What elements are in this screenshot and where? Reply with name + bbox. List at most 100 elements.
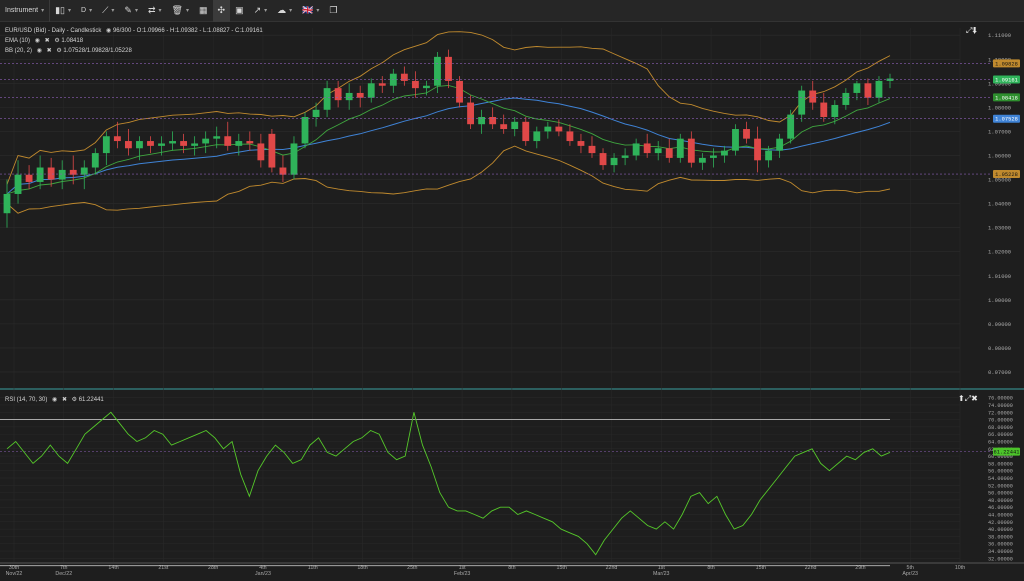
candle-body bbox=[842, 92, 850, 105]
candle-body bbox=[522, 121, 530, 142]
candle-body bbox=[323, 88, 331, 110]
fullscreen-button[interactable]: ✣ bbox=[212, 0, 231, 22]
candle-body bbox=[411, 80, 419, 89]
candle-body bbox=[279, 167, 287, 175]
candle-body bbox=[610, 157, 618, 166]
timeframe-selector[interactable]: D ▾ bbox=[76, 0, 97, 22]
instrument-selector[interactable]: Instrument ▾ bbox=[0, 0, 51, 22]
candle-body bbox=[776, 138, 784, 151]
drawing-tools-button[interactable]: ✎ ▾ bbox=[119, 0, 143, 22]
candle-body bbox=[500, 124, 508, 130]
candle-body bbox=[721, 150, 728, 156]
rsi-tick-label: 68.00000 bbox=[988, 425, 1013, 431]
candle-body bbox=[555, 126, 563, 132]
chart-canvas[interactable]: 1.110001.100001.090001.080001.070001.060… bbox=[0, 22, 1024, 577]
candle-body bbox=[158, 143, 165, 146]
gear-icon[interactable]: ⚙ bbox=[56, 48, 61, 54]
chevron-down-icon: ▾ bbox=[158, 8, 162, 14]
maximize-panel-icon[interactable]: ⤢⬇ bbox=[966, 26, 977, 36]
candle-body bbox=[378, 83, 386, 86]
ohlc-values: O:1.09966 - H:1.09382 - L:1.08827 - C:1.… bbox=[136, 28, 263, 34]
candle-body bbox=[423, 85, 430, 89]
candle-body bbox=[290, 143, 298, 175]
candle-body bbox=[445, 56, 452, 81]
candle-body bbox=[257, 143, 265, 161]
popout-button[interactable]: ❐ bbox=[324, 0, 342, 22]
ema-legend: EMA (10) ◉ ✖ ⚙ 1.08418 bbox=[5, 37, 83, 44]
theme-button[interactable]: ☁ ▾ bbox=[272, 0, 297, 22]
candle-body bbox=[533, 131, 541, 142]
price-tick-label: 1.00000 bbox=[988, 297, 1011, 304]
rsi-tick-label: 38.00000 bbox=[988, 534, 1013, 540]
bar-count: 96/300 bbox=[112, 28, 132, 34]
chevron-down-icon: ▾ bbox=[111, 8, 115, 14]
gear-icon[interactable]: ⚙ bbox=[54, 38, 59, 44]
candle-body bbox=[732, 129, 739, 151]
rsi-tick-label: 72.00000 bbox=[988, 410, 1013, 416]
share-icon: ↗ bbox=[253, 5, 262, 15]
candle-body bbox=[36, 167, 44, 182]
candlestick-icon: ▮▯ bbox=[55, 5, 65, 15]
candle-body bbox=[566, 131, 574, 142]
price-tick-label: 1.11000 bbox=[988, 32, 1011, 39]
trash-icon: 🗑︎ bbox=[171, 5, 183, 15]
time-tick-label: Jan/23 bbox=[255, 571, 271, 576]
bb-legend: BB (20, 2) ◉ ✖ ⚙ 1.07528/1.09828/1.05228 bbox=[5, 47, 132, 54]
layout-button[interactable]: ▦ bbox=[194, 0, 213, 22]
save-icon: ▣ bbox=[235, 5, 244, 15]
chart-type-button[interactable]: ▮▯ ▾ bbox=[50, 0, 76, 22]
eye-icon[interactable]: ◉ bbox=[52, 397, 57, 403]
eye-icon[interactable]: ◉ bbox=[37, 48, 42, 54]
eye-icon[interactable]: ◉ bbox=[35, 38, 40, 44]
candle-body bbox=[820, 102, 828, 117]
delete-drawings-button[interactable]: 🗑︎ ▾ bbox=[167, 0, 194, 22]
price-tick-label: 1.07000 bbox=[988, 128, 1011, 135]
rsi-current-label: 61.22441 bbox=[994, 450, 1020, 456]
candle-body bbox=[102, 136, 110, 154]
close-icon[interactable]: ✖ bbox=[47, 48, 52, 54]
rsi-tick-label: 66.00000 bbox=[988, 432, 1013, 438]
candle-body bbox=[621, 155, 629, 158]
ema-label: EMA (10) bbox=[5, 38, 31, 44]
eye-icon[interactable]: ◉ bbox=[106, 28, 111, 34]
candle bbox=[301, 112, 309, 149]
rsi-tick-label: 42.00000 bbox=[988, 520, 1013, 526]
toolbar: Instrument ▾ ▮▯ ▾ D ▾ ⟋ ▾ ✎ ▾ ⇄ ▾ 🗑︎ ▾ ▦ ✣ ▣ ↗ ▾… bbox=[0, 0, 1024, 22]
close-icon[interactable]: ✖ bbox=[62, 397, 67, 403]
rsi-tick-label: 64.00000 bbox=[988, 439, 1013, 445]
price-tick-label: 1.02000 bbox=[988, 249, 1011, 256]
price-tick-label: 1.01000 bbox=[988, 273, 1011, 280]
bb-label: BB (20, 2) bbox=[5, 48, 33, 54]
rsi-tick-label: 40.00000 bbox=[988, 527, 1013, 533]
indicators-button[interactable]: ⇄ ▾ bbox=[143, 0, 167, 22]
candle-body bbox=[743, 129, 750, 139]
candle-body bbox=[632, 143, 640, 156]
candle-body bbox=[224, 136, 232, 146]
ema-price-label: 1.08418 bbox=[995, 95, 1018, 101]
screenshot-button[interactable]: ▣ bbox=[230, 0, 249, 22]
chevron-down-icon: ▾ bbox=[41, 8, 45, 14]
candle-body bbox=[709, 155, 717, 158]
panel-controls-icon[interactable]: ⬆⤢✖ bbox=[958, 394, 978, 404]
chevron-down-icon: ▾ bbox=[264, 8, 268, 14]
candle-body bbox=[312, 109, 320, 117]
share-button[interactable]: ↗ ▾ bbox=[249, 0, 273, 22]
rsi-tick-label: 70.00000 bbox=[988, 418, 1013, 424]
candle-body bbox=[268, 133, 276, 168]
candle-body bbox=[113, 136, 121, 142]
candle-body bbox=[235, 141, 243, 146]
drawing-lines-button[interactable]: ⟋ ▾ bbox=[97, 0, 119, 22]
chart-area[interactable]: 1.110001.100001.090001.080001.070001.060… bbox=[0, 22, 1024, 577]
candle-body bbox=[80, 167, 88, 175]
candle-body bbox=[588, 145, 596, 154]
price-tick-label: 0.98000 bbox=[988, 345, 1011, 352]
time-tick-label: Apr/23 bbox=[902, 571, 918, 576]
close-icon[interactable]: ✖ bbox=[45, 38, 50, 44]
candle-body bbox=[124, 141, 132, 149]
chart-legend-title: EUR/USD (Bid) - Daily - Candlestick ◉ 96… bbox=[5, 27, 263, 34]
candle-body bbox=[301, 117, 309, 144]
candle-body bbox=[367, 83, 375, 98]
price-tick-label: 1.06000 bbox=[988, 152, 1011, 159]
gear-icon[interactable]: ⚙ bbox=[72, 397, 77, 403]
language-button[interactable]: 🇬🇧 ▾ bbox=[297, 0, 324, 22]
